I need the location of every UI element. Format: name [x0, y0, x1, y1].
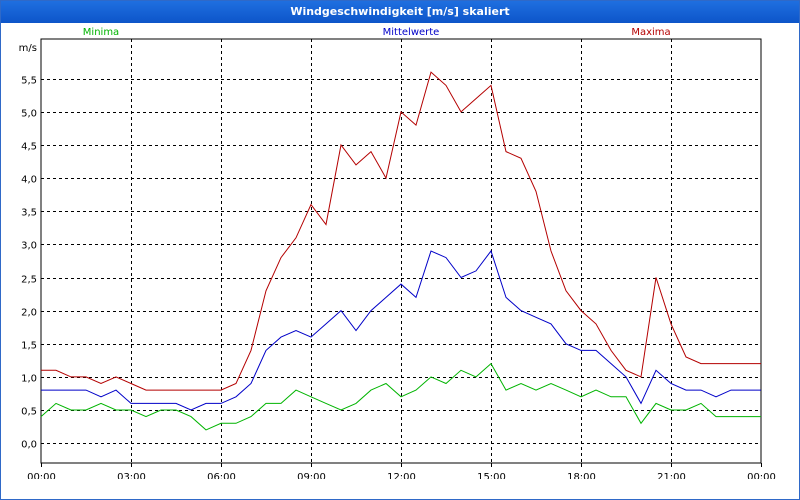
x-tick-time: 09:00: [297, 472, 326, 479]
y-tick-label: 2,5: [21, 275, 37, 286]
y-tick-label: 3,5: [21, 208, 37, 219]
y-tick-label: 1,0: [21, 374, 37, 385]
legend-entry-maxima: Maxima: [631, 27, 670, 38]
y-tick-label: 4,5: [21, 142, 37, 153]
x-tick-time: 06:00: [207, 472, 236, 479]
y-tick-label: 5,5: [21, 76, 37, 87]
x-tick-time: 00:00: [747, 472, 776, 479]
legend-entry-minima: Minima: [83, 27, 119, 38]
x-tick-time: 12:00: [387, 472, 416, 479]
legend-entry-mittelwerte: Mittelwerte: [383, 27, 440, 38]
y-tick-label: 3,0: [21, 241, 37, 252]
y-axis-label: m/s: [19, 43, 37, 54]
y-tick-label: 5,0: [21, 109, 37, 120]
x-tick-time: 03:00: [117, 472, 146, 479]
chart-svg: 0,0 0,5 1,0 1,5 2,0 2,5 3,0 3,5 4,0 4,5 5,0 5,5 m/s 0…: [19, 27, 776, 479]
y-tick-label: 0,5: [21, 407, 37, 418]
x-tick-time: 18:00: [567, 472, 596, 479]
y-tick-label: 4,0: [21, 175, 37, 186]
x-tick-time: 15:00: [477, 472, 506, 479]
y-tick-label: 2,0: [21, 308, 37, 319]
y-tick-label: 0,0: [21, 440, 37, 451]
x-tick-time: 21:00: [657, 472, 686, 479]
x-tick-time: 00:00: [27, 472, 56, 479]
chart-window: Windgeschwindigkeit [m/s] skaliert 0,0 0,…: [0, 0, 800, 500]
y-tick-label: 1,5: [21, 341, 37, 352]
